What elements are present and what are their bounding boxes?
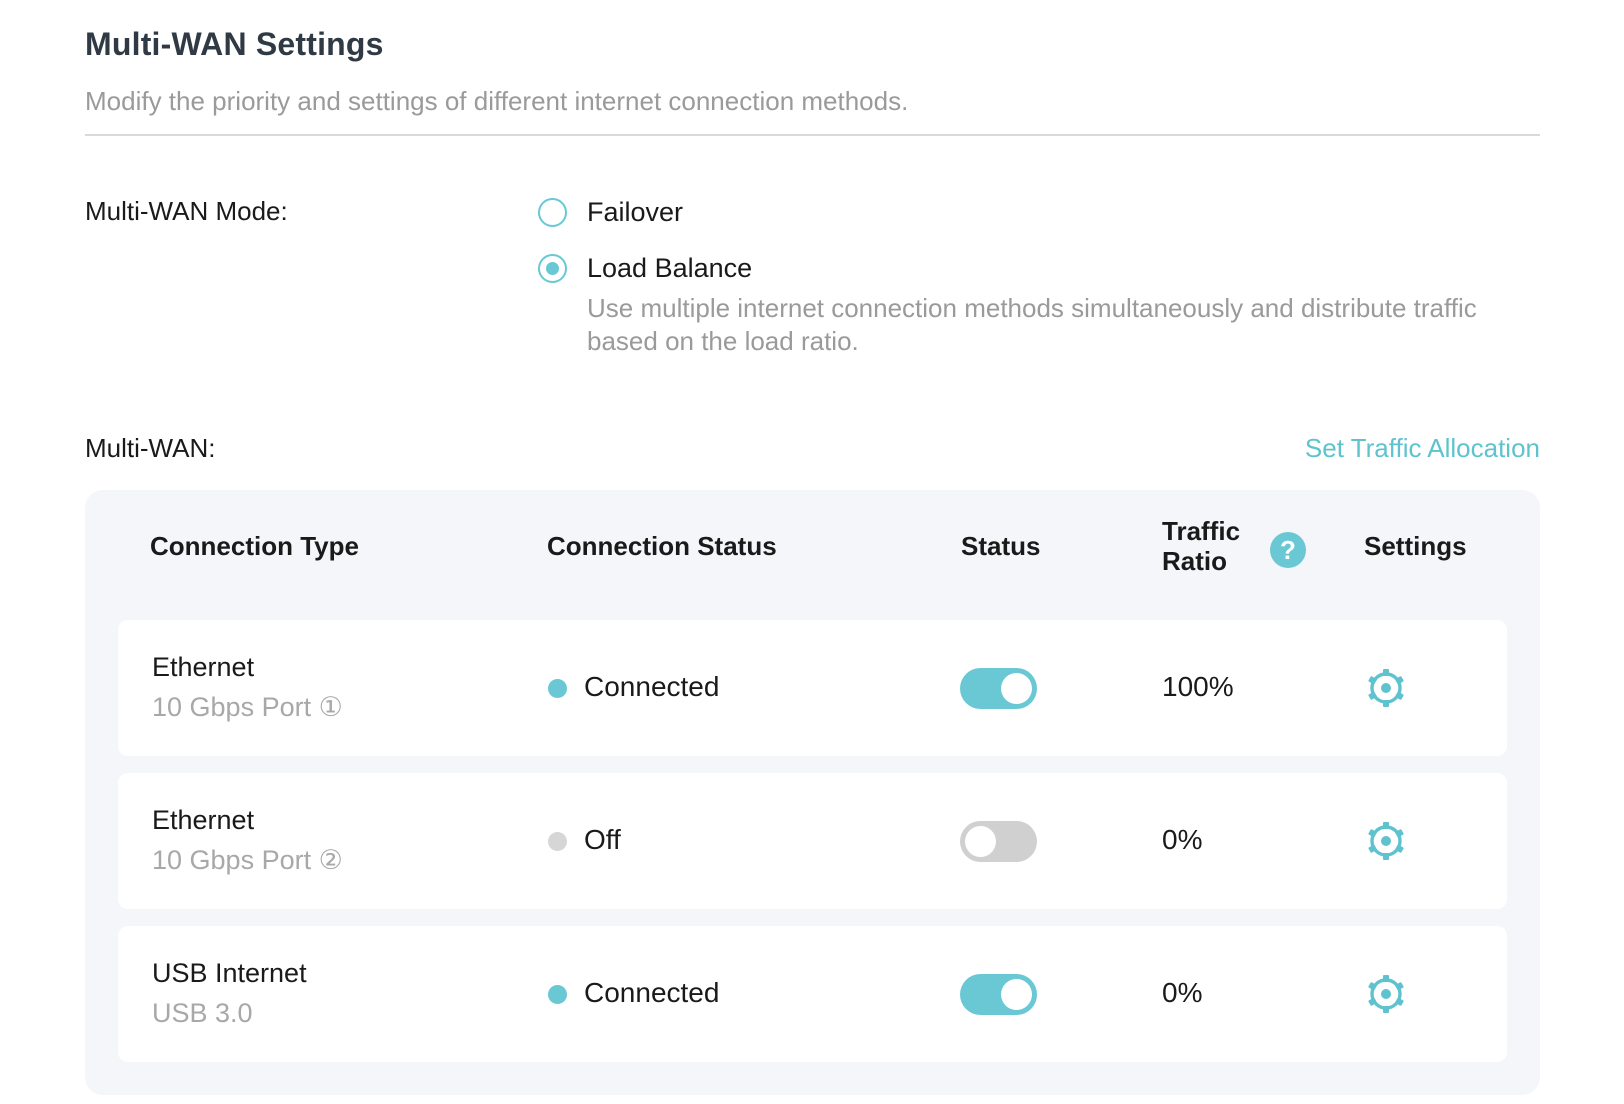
radio-option-failover[interactable]: Failover [538, 196, 683, 228]
connection-type-name: Ethernet [152, 652, 255, 682]
connection-type-name: Ethernet [152, 805, 255, 835]
gear-icon[interactable] [1365, 667, 1407, 709]
toggle-knob [1001, 979, 1032, 1010]
header-divider [85, 134, 1540, 136]
multi-wan-label: Multi-WAN: [85, 433, 216, 463]
status-dot-icon [548, 985, 567, 1004]
failover-radio-button[interactable] [538, 197, 567, 227]
failover-label: Failover [587, 197, 684, 227]
connection-port: 10 Gbps Port ② [152, 845, 343, 875]
status-dot-icon [548, 679, 567, 698]
column-header-settings: Settings [1364, 531, 1467, 561]
load-balance-radio-button[interactable] [538, 253, 567, 283]
multi-wan-settings-page: Multi-WAN Settings Modify the priority a… [0, 0, 1624, 1104]
column-header-status: Status [961, 531, 1041, 561]
status-toggle[interactable] [960, 821, 1037, 862]
page-title: Multi-WAN Settings [85, 26, 384, 62]
status-dot-icon [548, 832, 567, 851]
status-toggle[interactable] [960, 668, 1037, 709]
toggle-knob [965, 826, 996, 857]
column-header-connection-status: Connection Status [547, 531, 777, 561]
multi-wan-mode-label: Multi-WAN Mode: [85, 196, 288, 226]
column-header-traffic-ratio: Traffic Ratio [1162, 516, 1241, 576]
status-toggle[interactable] [960, 974, 1037, 1015]
radio-option-load-balance[interactable]: Load Balance [538, 252, 752, 284]
gear-icon[interactable] [1365, 973, 1407, 1015]
page-subtitle: Modify the priority and settings of diff… [85, 86, 909, 116]
connection-type-name: USB Internet [152, 958, 307, 988]
help-icon[interactable]: ? [1270, 532, 1306, 568]
load-balance-description: Use multiple internet connection methods… [587, 293, 1477, 356]
multi-wan-table: Connection Type Connection Status Status… [85, 490, 1540, 1095]
connection-port: USB 3.0 [152, 998, 253, 1028]
connection-status-text: Connected [584, 977, 720, 1008]
column-header-connection-type: Connection Type [150, 531, 359, 561]
toggle-knob [1001, 673, 1032, 704]
connection-port: 10 Gbps Port ① [152, 692, 343, 722]
table-row: Ethernet 10 Gbps Port ② Off 0% [118, 773, 1507, 909]
connection-status-text: Off [584, 824, 621, 855]
load-balance-label: Load Balance [587, 253, 753, 283]
gear-icon[interactable] [1365, 820, 1407, 862]
table-row: USB Internet USB 3.0 Connected 0% [118, 926, 1507, 1062]
table-row: Ethernet 10 Gbps Port ① Connected 100% [118, 620, 1507, 756]
traffic-ratio-value: 0% [1162, 977, 1203, 1008]
traffic-ratio-value: 100% [1162, 671, 1234, 702]
set-traffic-allocation-link[interactable]: Set Traffic Allocation [1305, 433, 1540, 464]
traffic-ratio-value: 0% [1162, 824, 1203, 855]
connection-status-text: Connected [584, 671, 720, 702]
